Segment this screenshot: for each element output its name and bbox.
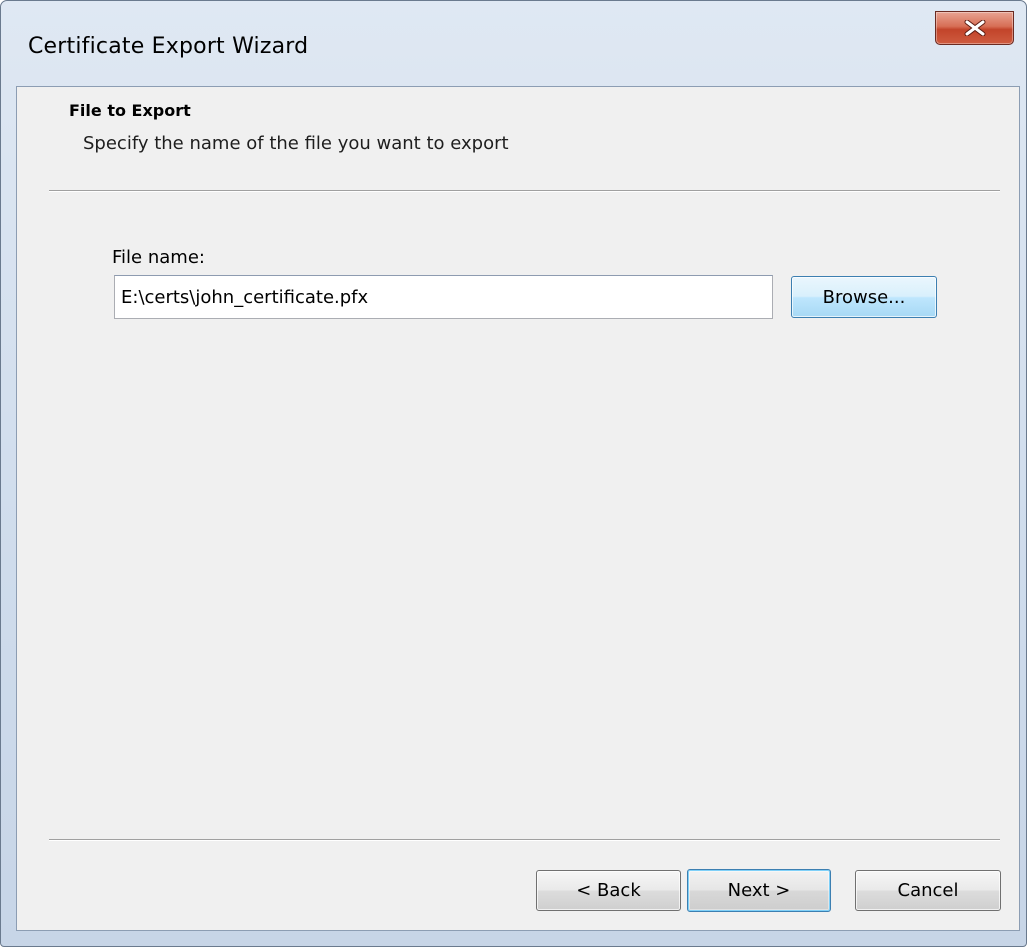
page-title: File to Export <box>69 101 191 120</box>
close-button[interactable] <box>935 11 1014 45</box>
next-button[interactable]: Next > <box>687 869 831 912</box>
file-name-label: File name: <box>112 247 205 268</box>
file-name-input[interactable] <box>114 275 773 319</box>
footer-divider <box>49 839 1000 841</box>
cancel-button[interactable]: Cancel <box>855 870 1001 911</box>
wizard-window: Certificate Export Wizard File to Export… <box>0 0 1027 947</box>
title-bar[interactable]: Certificate Export Wizard <box>1 1 1026 85</box>
back-button[interactable]: < Back <box>536 870 681 911</box>
window-title: Certificate Export Wizard <box>28 34 309 59</box>
header-divider <box>49 190 1000 192</box>
page-subtitle: Specify the name of the file you want to… <box>83 133 509 154</box>
close-icon <box>964 20 986 36</box>
wizard-content: File to Export Specify the name of the f… <box>16 86 1020 931</box>
browse-button[interactable]: Browse... <box>791 276 937 318</box>
